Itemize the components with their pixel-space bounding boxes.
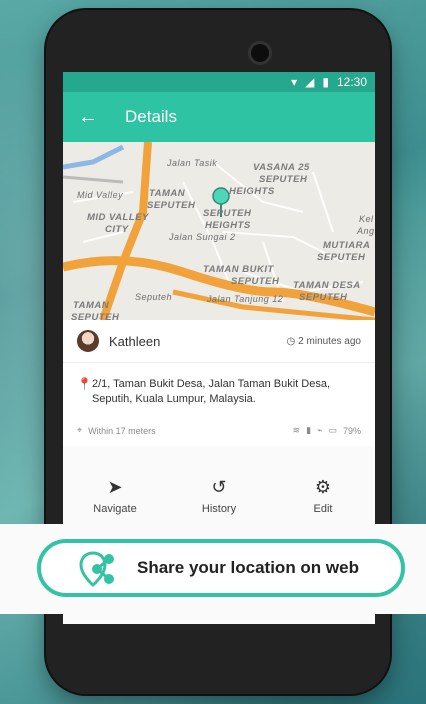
avatar (77, 330, 99, 352)
signal-icon: ▮ (306, 425, 312, 435)
last-seen: ◷ 2 minutes ago (286, 336, 361, 347)
map-label: HEIGHTS (229, 186, 275, 197)
history-button[interactable]: ↺ History (174, 477, 264, 515)
address-row: 📍 2/1, Taman Bukit Desa, Jalan Taman Buk… (63, 363, 375, 415)
camera (251, 44, 269, 62)
accuracy-row: ⌖ Within 17 meters ≋ ▮ ⌁ ▭ 79% (63, 415, 375, 446)
map-label: MUTIARA (323, 240, 371, 251)
battery-text: 79% (342, 425, 361, 436)
toolbar: ← Details (63, 92, 375, 142)
map-label: Kel (359, 214, 374, 224)
map-label: Jalan Tasik (167, 158, 218, 168)
edit-label: Edit (313, 503, 333, 515)
map-label: Jalan Tanjung 12 (207, 294, 284, 304)
map-label: TAMAN (73, 300, 110, 311)
wifi-icon: ▾ (291, 75, 298, 89)
map-label: SEPUTEH (317, 252, 366, 263)
history-icon: ↺ (211, 477, 227, 497)
map-view[interactable]: Mid Valley MID VALLEY CITY TAMAN SEPUTEH… (63, 142, 375, 320)
map-label: TAMAN (149, 188, 186, 199)
share-location-button[interactable]: Share your location on web (37, 539, 405, 597)
map-label: VASANA 25 (253, 162, 310, 173)
share-location-icon (79, 551, 114, 587)
map-label: Seputeh (135, 292, 173, 302)
user-name: Kathleen (109, 333, 161, 349)
status-time: 12:30 (336, 75, 367, 89)
page-title: Details (125, 107, 177, 126)
map-label: TAMAN DESA (293, 280, 361, 291)
map-label: CITY (105, 224, 129, 235)
navigate-label: Navigate (93, 503, 137, 515)
map-label: SEPUTEH (259, 174, 308, 185)
history-label: History (201, 503, 237, 515)
battery-icon: ▮ (322, 75, 329, 89)
edit-button[interactable]: ⚙ Edit (278, 477, 368, 515)
map-label: HEIGHTS (205, 220, 251, 231)
signal-icon: ◢ (305, 75, 315, 89)
back-arrow-icon[interactable]: ← (63, 106, 113, 129)
user-row: Kathleen ◷ 2 minutes ago (63, 320, 375, 363)
details-card: Kathleen ◷ 2 minutes ago 📍 2/1, Taman Bu… (63, 320, 375, 446)
map-label: Mid Valley (77, 190, 124, 200)
gps-status-icon: ⌁ (317, 425, 323, 435)
map-label: TAMAN BUKIT (203, 264, 274, 275)
accuracy-text: Within 17 meters (88, 425, 156, 436)
map-label: SEPUTEH (147, 200, 196, 211)
map-label: Angk (357, 226, 375, 236)
gps-icon: ⌖ (77, 425, 83, 435)
action-bar: ➤ Navigate ↺ History ⚙ Edit (63, 477, 375, 515)
last-seen-text: 2 minutes ago (298, 335, 361, 347)
battery-icon: ▭ (328, 425, 337, 435)
address-text: 2/1, Taman Bukit Desa, Jalan Taman Bukit… (91, 378, 331, 405)
status-bar: ▾ ◢ ▮ 12:30 (63, 72, 375, 92)
navigate-button[interactable]: ➤ Navigate (70, 477, 160, 515)
map-pin-icon: 📍 (77, 377, 92, 391)
map-label: MID VALLEY (87, 212, 149, 223)
map-label: SEPUTEH (299, 292, 348, 303)
device-status: ≋ ▮ ⌁ ▭ 79% (293, 425, 361, 436)
map-label: Jalan Sungai 2 (169, 232, 236, 242)
navigate-arrow-icon: ➤ (107, 477, 123, 497)
share-location-label: Share your location on web (137, 558, 359, 577)
gear-icon: ⚙ (314, 477, 332, 497)
map-label: SEPUTEH (203, 208, 252, 219)
map-label: SEPUTEH (71, 312, 120, 320)
clock-icon: ◷ (286, 335, 296, 347)
wifi-icon: ≋ (292, 425, 301, 435)
map-label: SEPUTEH (231, 276, 280, 287)
